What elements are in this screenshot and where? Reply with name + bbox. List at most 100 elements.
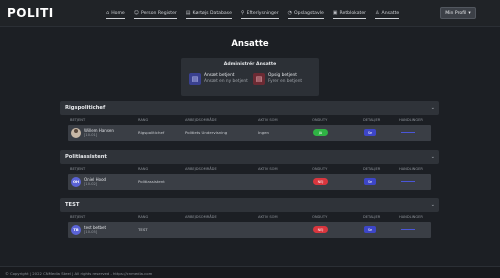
section-rigspolitichef: Rigspolitichef ⌄ Betjent Rang Arbejdsområ… [60, 101, 439, 146]
fire-subtitle: Fyrer en betjent [268, 79, 303, 84]
officer-unit: Ingen [258, 130, 269, 135]
section-test: TEST ⌄ Betjent Rang Arbejdsområde Aktiv s… [60, 198, 439, 243]
table-row[interactable]: Willem Hansen [10-01] Rigspolitichef Poli… [68, 125, 431, 141]
nav-item-home[interactable]: ⌂ Home [106, 10, 125, 19]
officer-rank: TEST [138, 227, 148, 232]
officer-table: Betjent Rang Arbejdsområde Aktiv som Ond… [68, 212, 431, 238]
col-area: Arbejdsområde [185, 215, 217, 219]
col-officer: Betjent [70, 167, 86, 171]
col-actions: Handlinger [399, 118, 423, 122]
avatar: OH [71, 177, 81, 187]
person-icon: ☺ [133, 10, 139, 16]
chevron-down-icon: ⌄ [430, 202, 435, 208]
admin-panel: Administrér Ansatte ▤ Ansæt betjent Ansæt… [181, 58, 319, 96]
details-button[interactable]: Se [364, 226, 376, 233]
table-header: Betjent Rang Arbejdsområde Aktiv som Ond… [68, 115, 431, 125]
officer-table: Betjent Rang Arbejdsområde Aktiv som Ond… [68, 115, 431, 141]
nav-item-wanted[interactable]: ⚲ Efterlysninger [240, 10, 279, 19]
nav-label: Efterlysninger [246, 10, 279, 16]
status-badge: NEJ [313, 226, 328, 233]
copyright-text: © Copyright | 2022 CNMedia Steel | All r… [5, 271, 153, 276]
col-actions: Handlinger [399, 215, 423, 219]
table-row[interactable]: TB test betbet [10-05] TEST NEJ Se [68, 222, 431, 238]
add-user-icon: ▤ [189, 73, 201, 85]
officer-id: [10-02] [84, 182, 98, 186]
hire-subtitle: Ansæt en ny betjent [204, 79, 248, 84]
officer-id: [10-01] [84, 133, 98, 137]
section-title: TEST [65, 202, 80, 208]
nav-label: Home [111, 10, 125, 16]
nav-label: Opslagstavle [294, 10, 324, 16]
database-icon: ▤ [185, 10, 191, 16]
details-button[interactable]: Se [364, 178, 376, 185]
col-rank: Rang [138, 167, 149, 171]
col-area: Arbejdsområde [185, 118, 217, 122]
section-politiassistent: Politiassistent ⌄ Betjent Rang Arbejdsomr… [60, 150, 439, 195]
nav-item-employees[interactable]: ♙ Ansatte [375, 10, 400, 19]
col-actions: Handlinger [399, 167, 423, 171]
officer-rank: Politiassistent [138, 179, 165, 184]
nav-item-person-register[interactable]: ☺ Person Register [133, 10, 177, 19]
officer-table: Betjent Rang Arbejdsområde Aktiv som Ond… [68, 164, 431, 190]
nav-item-reports[interactable]: ▣ Retblokater [332, 10, 367, 19]
details-button[interactable]: Se [364, 129, 376, 136]
employees-icon: ♙ [375, 10, 380, 16]
col-details: Detaljer [363, 118, 381, 122]
status-badge: JA [313, 129, 328, 136]
page-title: Ansatte [231, 39, 269, 49]
section-header[interactable]: Politiassistent ⌄ [60, 150, 439, 164]
section-title: Rigspolitichef [65, 105, 106, 111]
actions-link[interactable] [401, 227, 415, 230]
report-icon: ▣ [332, 10, 338, 16]
footer: © Copyright | 2022 CNMedia Steel | All r… [0, 266, 500, 278]
fire-officer-button[interactable]: ▤ Opsig betjent Fyrer en betjent [253, 73, 302, 85]
home-icon: ⌂ [106, 10, 110, 16]
profile-label: Min Profil [445, 10, 467, 16]
col-officer: Betjent [70, 118, 86, 122]
col-details: Detaljer [363, 215, 381, 219]
nav-label: Person Register [140, 10, 177, 16]
col-status: Onduty [312, 215, 328, 219]
profile-button[interactable]: Min Profil ▾ [440, 7, 476, 19]
main-nav: ⌂ Home ☺ Person Register ▤ Kørtøjs Database… [106, 10, 400, 19]
nav-item-board[interactable]: ◔ Opslagstavle [287, 10, 324, 19]
nav-label: Ansatte [381, 10, 400, 16]
search-icon: ⚲ [240, 10, 245, 16]
section-header[interactable]: Rigspolitichef ⌄ [60, 101, 439, 115]
top-navbar: POLITI ⌂ Home ☺ Person Register ▤ Kørtøjs D… [0, 0, 500, 27]
nav-label: Retblokater [339, 10, 367, 16]
hire-officer-button[interactable]: ▤ Ansæt betjent Ansæt en ny betjent [189, 73, 248, 85]
officer-rank: Rigspolitichef [138, 130, 165, 135]
stats-icon: ◔ [287, 10, 293, 16]
chevron-down-icon: ▾ [468, 10, 471, 16]
nav-label: Kørtøjs Database [192, 10, 232, 16]
chevron-down-icon: ⌄ [430, 154, 435, 160]
col-unit: Aktiv som [258, 215, 278, 219]
col-rank: Rang [138, 215, 149, 219]
col-details: Detaljer [363, 167, 381, 171]
col-status: Onduty [312, 167, 328, 171]
section-title: Politiassistent [65, 154, 107, 160]
officer-id: [10-05] [84, 230, 98, 234]
table-header: Betjent Rang Arbejdsområde Aktiv som Ond… [68, 212, 431, 222]
table-row[interactable]: OH Oniel Hood [10-02] Politiassistent NEJ… [68, 174, 431, 190]
actions-link[interactable] [401, 179, 415, 182]
chevron-down-icon: ⌄ [430, 105, 435, 111]
avatar: TB [71, 225, 81, 235]
section-header[interactable]: TEST ⌄ [60, 198, 439, 212]
table-header: Betjent Rang Arbejdsområde Aktiv som Ond… [68, 164, 431, 174]
logo[interactable]: POLITI [7, 6, 54, 20]
col-rank: Rang [138, 118, 149, 122]
avatar [71, 128, 81, 138]
col-status: Onduty [312, 118, 328, 122]
col-unit: Aktiv som [258, 118, 278, 122]
admin-title: Administrér Ansatte [223, 62, 277, 67]
nav-item-vehicle-database[interactable]: ▤ Kørtøjs Database [185, 10, 232, 19]
officer-area: Politiets Undervisning [185, 130, 228, 135]
col-area: Arbejdsområde [185, 167, 217, 171]
actions-link[interactable] [401, 130, 415, 133]
remove-user-icon: ▤ [253, 73, 265, 85]
status-badge: NEJ [313, 178, 328, 185]
col-unit: Aktiv som [258, 167, 278, 171]
col-officer: Betjent [70, 215, 86, 219]
